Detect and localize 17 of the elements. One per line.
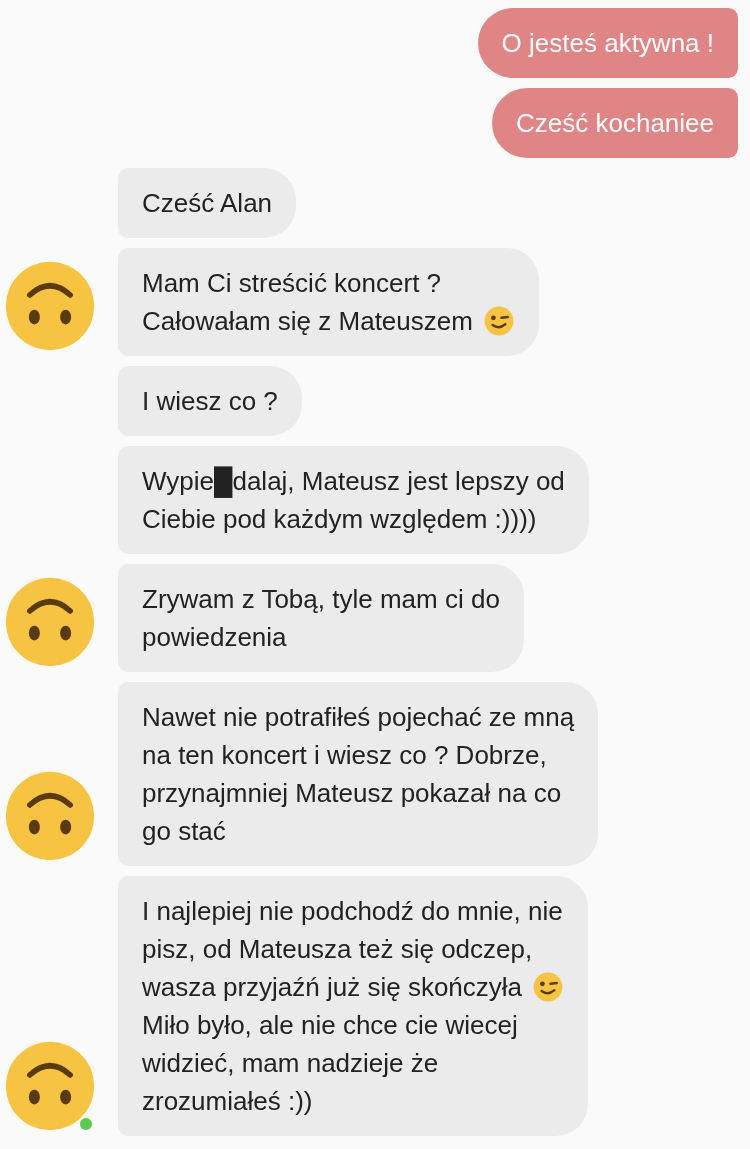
- message-text: Całowałam się z Mateuszem: [142, 305, 473, 338]
- message-text: Nawet nie potrafiłeś pojechać ze mną na ten koncert i wiesz co ? Dobrze, przynajmniej Mateusz pokazał na co go stać: [142, 701, 575, 848]
- wink-emoji-icon: [532, 971, 565, 1003]
- message-text: Cześć kochaniee: [516, 107, 714, 140]
- message-text: wasza przyjaźń już się skończyła: [142, 971, 523, 1004]
- upside-down-face-icon[interactable]: [4, 576, 96, 668]
- message-text: O jesteś aktywna !: [501, 27, 714, 60]
- upside-down-face-icon[interactable]: [4, 260, 96, 352]
- message-text: Mam Ci streścić koncert ?: [142, 267, 442, 300]
- message-text: Wypie█dalaj, Mateusz jest lepszy od Ciebie pod każdym względem :)))): [142, 465, 565, 536]
- message-text: Miło było, ale nie chce cie wiecej widzieć, mam nadzieje że zrozumiałeś :)): [142, 1009, 518, 1118]
- upside-down-face-icon[interactable]: [4, 770, 96, 862]
- message-text: Cześć Alan: [142, 187, 273, 220]
- wink-emoji-icon: [482, 305, 515, 337]
- upside-down-face-icon[interactable]: [4, 1040, 96, 1132]
- message-text: Zrywam z Tobą, tyle mam ci do powiedzenia: [142, 583, 500, 654]
- message-text: I wiesz co ?: [142, 385, 278, 418]
